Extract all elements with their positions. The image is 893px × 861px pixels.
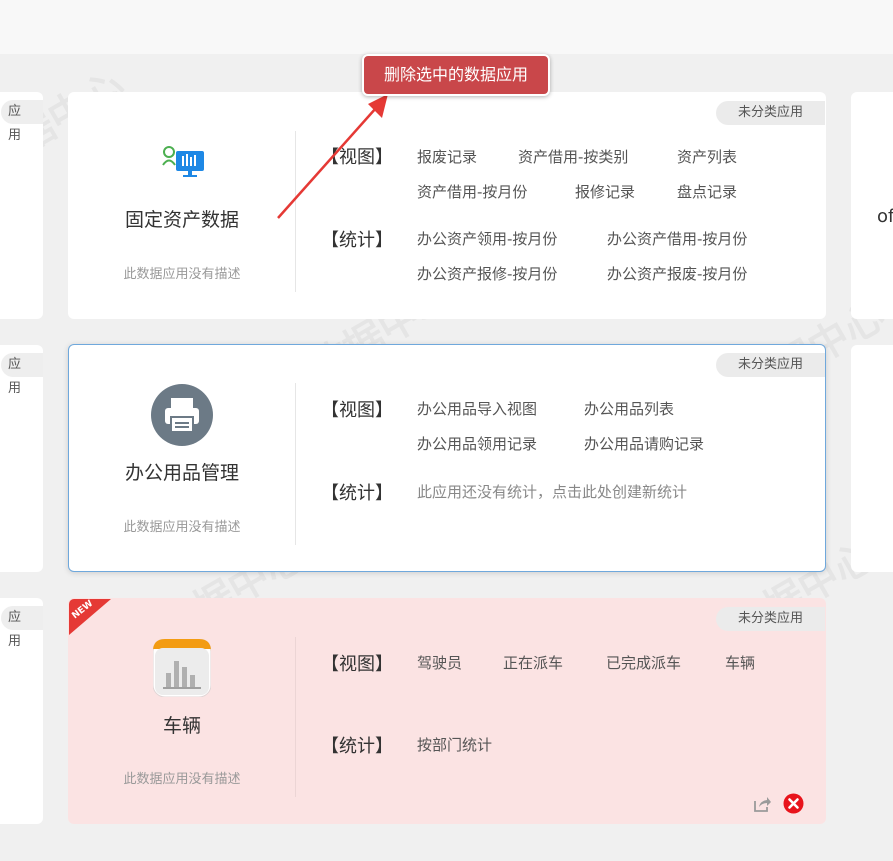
view-link[interactable]: 办公用品请购记录 [584, 433, 704, 454]
app-description: 此数据应用没有描述 [123, 267, 241, 282]
view-link[interactable]: 盘点记录 [677, 181, 737, 202]
category-tag: 未分类应用 [715, 353, 825, 377]
category-tag: 应用 [1, 100, 43, 143]
view-link[interactable]: 正在派车 [503, 652, 563, 673]
partial-app-name: of [877, 206, 893, 227]
stat-link[interactable]: 办公资产报废-按月份 [607, 263, 747, 284]
divider [295, 637, 296, 797]
views-label: 【视图】 [321, 654, 393, 675]
stats-label: 【统计】 [321, 483, 393, 504]
partial-card-right[interactable] [851, 345, 893, 572]
view-link[interactable]: 驾驶员 [417, 652, 462, 673]
category-tag: 应用 [1, 606, 43, 649]
view-link[interactable]: 报修记录 [575, 181, 635, 202]
view-link[interactable]: 办公用品领用记录 [417, 433, 537, 454]
share-icon[interactable] [752, 794, 772, 814]
view-link[interactable]: 资产列表 [677, 146, 737, 167]
top-bar [0, 0, 893, 54]
app-card-vehicles[interactable]: NEW 未分类应用 车辆 此数据应用没有描述 【视图】 驾驶员 正在派车 已完成… [68, 598, 826, 824]
category-tag: 未分类应用 [715, 607, 825, 631]
app-name[interactable]: 车辆 [69, 711, 295, 738]
chart-app-icon [152, 638, 212, 698]
divider [295, 383, 296, 545]
stats-label: 【统计】 [321, 736, 393, 757]
view-link[interactable]: 办公用品导入视图 [417, 398, 537, 419]
partial-card-right[interactable]: of [851, 92, 893, 319]
view-link[interactable]: 资产借用-按月份 [417, 181, 527, 202]
view-link[interactable]: 资产借用-按类别 [518, 146, 628, 167]
delete-tooltip: 删除选中的数据应用 [362, 54, 550, 96]
app-description: 此数据应用没有描述 [123, 772, 241, 787]
view-link[interactable]: 已完成派车 [606, 652, 681, 673]
new-badge: NEW [69, 599, 113, 635]
stat-link[interactable]: 办公资产领用-按月份 [417, 228, 557, 249]
views-label: 【视图】 [321, 400, 393, 421]
app-description: 此数据应用没有描述 [123, 520, 241, 535]
printer-icon [150, 383, 214, 447]
stat-link[interactable]: 办公资产报修-按月份 [417, 263, 557, 284]
stats-label: 【统计】 [321, 230, 393, 251]
partial-card-left[interactable]: 应用 [0, 345, 43, 572]
app-name[interactable]: 固定资产数据 [69, 205, 295, 232]
view-link[interactable]: 办公用品列表 [584, 398, 674, 419]
partial-card-left[interactable]: 应用 [0, 598, 43, 824]
app-card-office-supplies[interactable]: 未分类应用 办公用品管理 此数据应用没有描述 【视图】 办公用品导入视图 办公用… [68, 344, 826, 572]
view-link[interactable]: 车辆 [725, 652, 755, 673]
category-tag: 未分类应用 [715, 101, 825, 125]
stat-link[interactable]: 按部门统计 [417, 734, 492, 755]
partial-card-left[interactable]: 应用 [0, 92, 43, 319]
delete-icon[interactable] [783, 793, 804, 814]
category-tag: 应用 [1, 353, 43, 396]
view-link[interactable]: 报废记录 [417, 146, 477, 167]
create-stat-link[interactable]: 此应用还没有统计，点击此处创建新统计 [417, 481, 687, 502]
annotation-arrow [277, 94, 388, 219]
app-card-fixed-assets[interactable]: 未分类应用 固定资产数据 此数据应用没有描述 【视图】 报废记录 资产借用-按类… [68, 92, 826, 319]
app-name[interactable]: 办公用品管理 [69, 458, 295, 485]
stat-link[interactable]: 办公资产借用-按月份 [607, 228, 747, 249]
monitor-user-icon [162, 145, 206, 181]
